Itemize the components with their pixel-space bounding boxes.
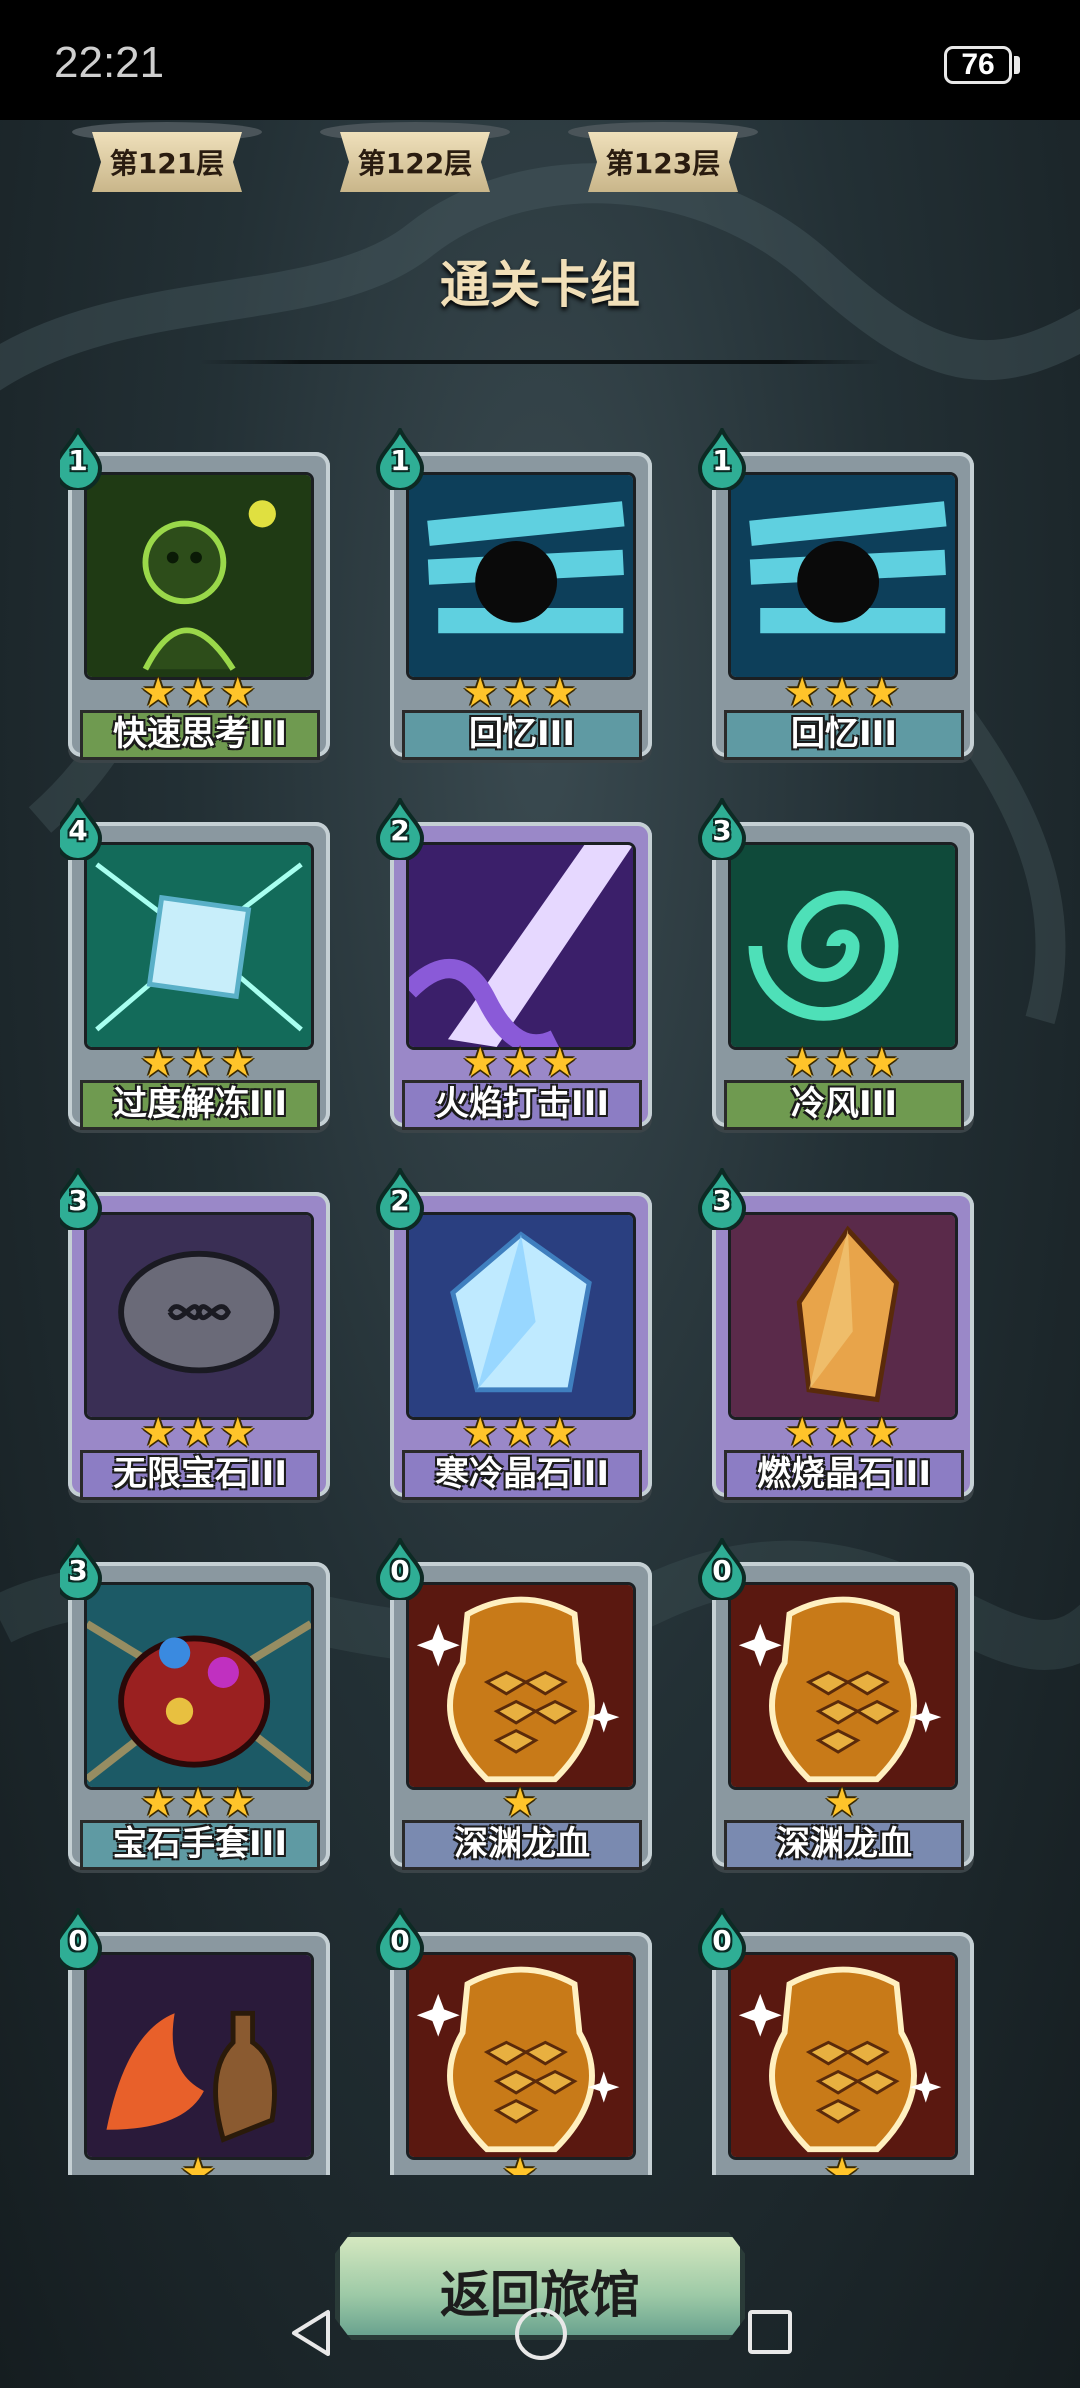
status-bar: 22:21 76	[0, 0, 1080, 120]
burn-crystal-icon	[728, 1212, 958, 1420]
deck-card[interactable]: ★ 深渊龙血 0	[697, 1535, 979, 1870]
card-cost: 4	[68, 814, 88, 847]
home-icon[interactable]	[515, 2308, 567, 2360]
floor-tab-121[interactable]: 第121层	[72, 122, 262, 198]
recent-apps-icon[interactable]	[748, 2310, 792, 2354]
think-figure-icon	[84, 472, 314, 680]
floor-label: 第121层	[109, 147, 225, 180]
flame-strike-icon	[406, 842, 636, 1050]
card-name: 回忆III	[791, 714, 897, 754]
dragon-blood-icon	[728, 1952, 958, 2160]
status-time: 22:21	[54, 38, 165, 87]
card-name: 回忆III	[469, 714, 575, 754]
card-star-rating: ★	[180, 2150, 220, 2175]
card-name: 火焰打击III	[435, 1084, 609, 1124]
card-name: 无限宝石III	[113, 1454, 287, 1494]
card-name: 寒冷晶石III	[435, 1454, 609, 1494]
recall-swirl-icon	[728, 472, 958, 680]
deck-card[interactable]: ★★★ 燃烧晶石III 3	[697, 1165, 979, 1500]
card-cost: 3	[68, 1184, 88, 1217]
deck-card[interactable]: ★★★ 宝石手套III 3	[60, 1535, 335, 1870]
card-name: 宝石手套III	[113, 1824, 287, 1864]
card-cost: 0	[390, 1554, 410, 1587]
dragon-blood-icon	[406, 1582, 636, 1790]
card-cost: 1	[68, 444, 88, 477]
card-cost: 0	[712, 1924, 732, 1957]
deck-card[interactable]: ★★★ 快速思考III 1	[60, 425, 335, 760]
card-cost: 3	[712, 814, 732, 847]
deck-card[interactable]: ★ 0	[697, 1905, 979, 2175]
title-divider	[200, 360, 880, 364]
card-cost: 0	[68, 1924, 88, 1957]
card-name: 深渊龙血	[776, 1824, 912, 1864]
card-cost: 0	[390, 1924, 410, 1957]
deck-card[interactable]: ★★★ 回忆III 1	[375, 425, 657, 760]
system-nav-bar	[0, 2290, 1080, 2388]
deck-card[interactable]: ★ 0	[60, 1905, 335, 2175]
card-name: 燃烧晶石III	[757, 1454, 931, 1494]
infinity-gem-icon	[84, 1212, 314, 1420]
card-cost: 3	[712, 1184, 732, 1217]
cold-crystal-icon	[406, 1212, 636, 1420]
card-cost: 0	[712, 1554, 732, 1587]
card-grid[interactable]: ★★★ 快速思考III 1 ★★★ 回忆III 1 ★★★ 回忆III 1 ★★★ 过度解冻I…	[60, 420, 1020, 2175]
card-name: 过度解冻III	[113, 1084, 287, 1124]
card-star-rating: ★	[824, 2150, 864, 2175]
card-star-rating: ★	[502, 2150, 542, 2175]
dragon-blood-icon	[406, 1952, 636, 2160]
card-cost: 3	[68, 1554, 88, 1587]
card-name: 深渊龙血	[454, 1824, 590, 1864]
floor-label: 第123层	[605, 147, 721, 180]
deck-card[interactable]: ★★★ 火焰打击III 2	[375, 795, 657, 1130]
fire-flask-icon	[84, 1952, 314, 2160]
battery-icon: 76	[944, 46, 1012, 84]
back-icon[interactable]	[290, 2308, 332, 2358]
deck-card[interactable]: ★★★ 过度解冻III 4	[60, 795, 335, 1130]
card-cost: 1	[390, 444, 410, 477]
dragon-blood-icon	[728, 1582, 958, 1790]
gem-gauntlet-icon	[84, 1582, 314, 1790]
card-cost: 2	[390, 1184, 410, 1217]
page-title: 通关卡组	[440, 256, 640, 314]
deck-card[interactable]: ★ 0	[375, 1905, 657, 2175]
floor-tab-122[interactable]: 第122层	[320, 122, 510, 198]
card-cost: 1	[712, 444, 732, 477]
floor-tab-123[interactable]: 第123层	[568, 122, 758, 198]
cold-wind-icon	[728, 842, 958, 1050]
card-name: 冷风III	[791, 1084, 897, 1124]
floor-tabs: 第121层 第122层 第123层	[0, 120, 1080, 210]
card-name: 快速思考III	[113, 714, 287, 754]
deck-card[interactable]: ★★★ 无限宝石III 3	[60, 1165, 335, 1500]
deck-card[interactable]: ★ 深渊龙血 0	[375, 1535, 657, 1870]
deck-card[interactable]: ★★★ 冷风III 3	[697, 795, 979, 1130]
deck-card[interactable]: ★★★ 寒冷晶石III 2	[375, 1165, 657, 1500]
floor-label: 第122层	[357, 147, 473, 180]
recall-swirl-icon	[406, 472, 636, 680]
deck-card[interactable]: ★★★ 回忆III 1	[697, 425, 979, 760]
ice-cube-icon	[84, 842, 314, 1050]
card-cost: 2	[390, 814, 410, 847]
battery-tip	[1014, 56, 1020, 74]
